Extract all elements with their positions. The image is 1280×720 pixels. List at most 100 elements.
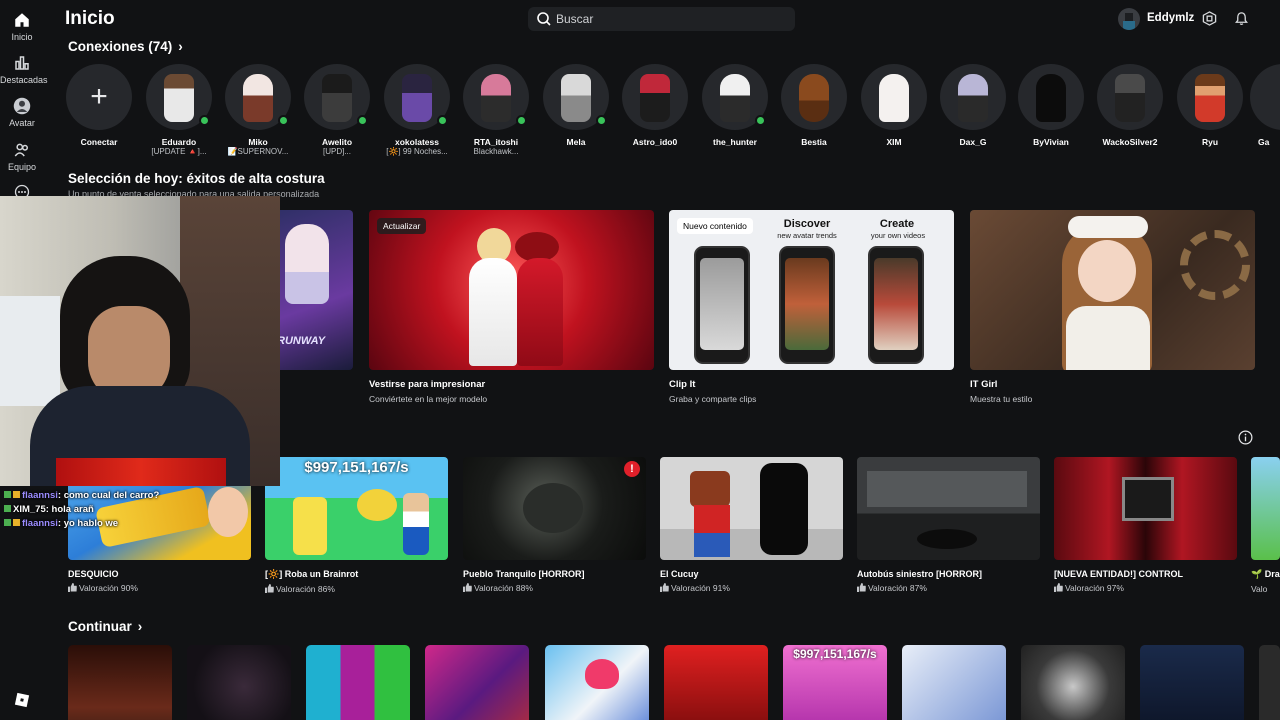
connection-item[interactable]: WackoSilver2 <box>1090 64 1170 147</box>
connection-status: [UPDATE 🔺]... <box>151 147 207 156</box>
continue-tile[interactable] <box>664 645 768 720</box>
page-title: Inicio <box>65 8 115 29</box>
game-tile[interactable]: El Cucuy Valoración 91% <box>660 457 843 593</box>
game-thumbnail <box>1251 457 1280 560</box>
connection-item[interactable]: Ga <box>1249 64 1280 147</box>
connection-item[interactable]: ByVivian <box>1011 64 1091 147</box>
connection-name: Eduardo <box>161 137 197 147</box>
app-root: Inicio Destacadas Avatar Equipo Inicio E… <box>0 0 1280 720</box>
game-rating: Valo <box>1251 584 1268 594</box>
game-rating: Valoración 97% <box>1054 583 1237 593</box>
connection-item[interactable]: Astro_ido0 <box>615 64 695 147</box>
game-name: 🌱 Dra <box>1251 569 1280 579</box>
continue-tile[interactable] <box>1140 645 1244 720</box>
sidebar-item-equipo[interactable]: Equipo <box>0 141 44 172</box>
connection-item[interactable]: RTA_itoshi Blackhawk... <box>456 64 536 156</box>
connection-name: WackoSilver2 <box>1102 137 1158 147</box>
connection-item[interactable]: xokolatess [🔆] 99 Noches... <box>377 64 457 156</box>
connection-item[interactable]: Bestia <box>774 64 854 147</box>
online-indicator <box>437 115 448 126</box>
avatar <box>1097 64 1163 130</box>
featured-card-title: Vestirse para impresionar <box>369 379 486 390</box>
connection-item[interactable]: Dax_G <box>933 64 1013 147</box>
featured-thumbnail: Actualizar <box>369 210 654 370</box>
game-name: DESQUICIO <box>68 569 119 579</box>
avatar <box>940 64 1006 130</box>
promo-create-sub: your own videos <box>870 231 926 240</box>
add-connection-button[interactable]: + Conectar <box>59 64 139 147</box>
connection-item[interactable]: XIM <box>854 64 934 147</box>
stream-chat: flaannsi: como cual del carro? XIM_75: h… <box>4 490 204 532</box>
continue-tile[interactable] <box>545 645 649 720</box>
robux-icon[interactable] <box>1202 11 1217 26</box>
continue-tile[interactable] <box>187 645 291 720</box>
game-tile[interactable]: [NUEVA ENTIDAD!] CONTROL Valoración 97% <box>1054 457 1237 593</box>
connection-name: the_hunter <box>713 137 757 147</box>
notification-bell-icon[interactable] <box>1234 11 1249 26</box>
game-tile[interactable]: 🌱 Dra Valo <box>1251 457 1280 594</box>
continue-tile[interactable] <box>68 645 172 720</box>
featured-card[interactable]: Discover new avatar trends Create your o… <box>669 210 954 404</box>
connection-item[interactable]: Eduardo [UPDATE 🔺]... <box>139 64 219 156</box>
avatar <box>702 64 768 130</box>
continue-tile[interactable]: $997,151,167/s <box>783 645 887 720</box>
connection-name: Miko <box>248 137 268 147</box>
continue-tile[interactable] <box>902 645 1006 720</box>
thumbs-up-icon <box>1054 583 1063 592</box>
game-rating: Valoración 88% <box>463 583 646 593</box>
connections-header[interactable]: Conexiones (74) › <box>68 39 183 54</box>
continue-tile[interactable] <box>1259 645 1280 720</box>
online-indicator <box>596 115 607 126</box>
game-thumbnail <box>857 457 1040 560</box>
game-tile[interactable]: $997,151,167/s [🔆] Roba un Brainrot Valo… <box>265 457 448 594</box>
continue-tile[interactable] <box>306 645 410 720</box>
avatar <box>1118 8 1140 30</box>
avatar <box>1250 64 1280 130</box>
avatar <box>781 64 847 130</box>
money-overlay: $997,151,167/s <box>304 459 409 476</box>
connection-item[interactable]: Ryu <box>1170 64 1250 147</box>
avatar <box>861 64 927 130</box>
connection-name: Ryu <box>1201 137 1219 147</box>
search-bar[interactable] <box>528 7 795 31</box>
featured-card[interactable]: IT Girl Muestra tu estilo <box>970 210 1255 404</box>
chart-icon <box>15 56 29 70</box>
connection-item[interactable]: the_hunter <box>695 64 775 147</box>
connection-name: ByVivian <box>1033 137 1069 147</box>
game-tile[interactable]: ! Pueblo Tranquilo [HORROR] Valoración 8… <box>463 457 646 593</box>
thumbs-up-icon <box>68 583 77 592</box>
sidebar-item-inicio[interactable]: Inicio <box>0 11 44 42</box>
sidebar-item-destacadas[interactable]: Destacadas <box>0 54 48 85</box>
thumbs-up-icon <box>265 584 274 593</box>
game-rating: Valoración 90% <box>68 583 251 593</box>
thumbs-up-icon <box>463 583 472 592</box>
featured-card[interactable]: Actualizar Vestirse para impresionar Con… <box>369 210 654 404</box>
game-thumbnail: ! <box>463 457 646 560</box>
connection-name: Conectar <box>80 137 118 147</box>
continue-header[interactable]: Continuar › <box>68 619 142 634</box>
connection-status: [🔆] 99 Noches... <box>386 147 448 156</box>
webcam-overlay <box>0 196 280 486</box>
online-indicator <box>199 115 210 126</box>
continue-tile[interactable] <box>1021 645 1125 720</box>
promo-discover: Discover <box>783 218 831 230</box>
game-rating: Valoración 86% <box>265 584 448 594</box>
connection-item[interactable]: Miko 📝SUPERNOV... <box>218 64 298 156</box>
connection-item[interactable]: Awelito [UPD]... <box>297 64 377 156</box>
game-tile[interactable]: Autobús siniestro [HORROR] Valoración 87… <box>857 457 1040 593</box>
search-input[interactable] <box>556 7 786 31</box>
group-icon <box>14 143 28 157</box>
game-rating: Valoración 91% <box>660 583 843 593</box>
connection-name: Astro_ido0 <box>632 137 678 147</box>
sidebar-item-avatar[interactable]: Avatar <box>0 97 44 128</box>
connection-name: Awelito <box>321 137 353 147</box>
roblox-logo-icon[interactable] <box>14 692 30 708</box>
connection-name: RTA_itoshi <box>473 137 519 147</box>
plus-icon: + <box>66 64 132 130</box>
info-icon[interactable] <box>1238 430 1253 445</box>
promo-discover-sub: new avatar trends <box>777 231 837 240</box>
connection-name: XIM <box>886 137 902 147</box>
continue-tile[interactable] <box>425 645 529 720</box>
alert-icon: ! <box>624 461 640 477</box>
connection-item[interactable]: Mela <box>536 64 616 147</box>
